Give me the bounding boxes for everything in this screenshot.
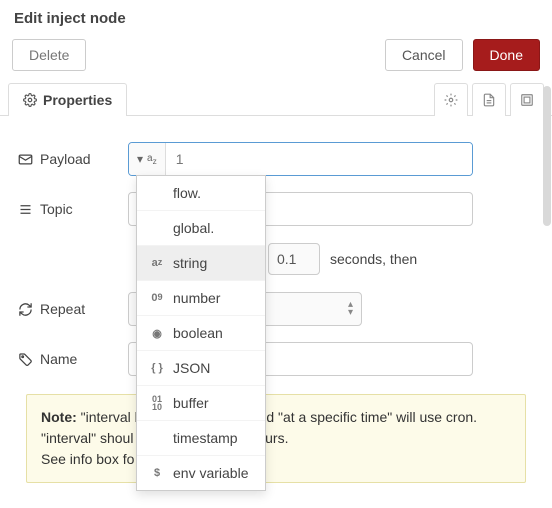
tab-properties[interactable]: Properties [8,83,127,116]
delete-button[interactable]: Delete [12,39,86,71]
type-option-label: timestamp [173,430,238,446]
type-option-string[interactable]: az string [137,246,265,281]
row-payload: Payload ▾ az [18,142,534,176]
vertical-scrollbar[interactable] [543,86,551,226]
label-repeat: Repeat [18,301,128,317]
type-option-label: JSON [173,360,210,376]
note-lead: Note: [41,409,77,425]
cron-note: Note: "interval b d "at a specific time"… [26,394,526,483]
az-icon: az [149,257,165,269]
payload-type-dropdown: flow. global. az string 09 number ◉ bool… [136,175,266,491]
row-repeat: Repeat ▴▾ [18,292,534,326]
gear-icon [23,93,37,107]
type-option-timestamp[interactable]: timestamp [137,421,265,456]
type-option-label: env variable [173,465,249,481]
binary-icon: 0110 [149,395,165,411]
type-option-buffer[interactable]: 0110 buffer [137,386,265,421]
label-name: Name [18,351,128,367]
row-delay: seconds, then [18,242,534,276]
payload-typed-input: ▾ az [128,142,473,176]
document-icon [482,93,496,107]
gear-icon [444,93,458,107]
docs-tool-button[interactable] [472,83,506,116]
form-area: Payload ▾ az Topic secon [0,116,552,493]
label-payload: Payload [18,151,128,167]
type-option-label: buffer [173,395,209,411]
note-text: d "at a specific time" will use cron. [266,409,477,425]
caret-down-icon: ▾ [137,152,143,166]
label-repeat-text: Repeat [40,301,85,317]
delay-seconds-input[interactable] [268,243,320,275]
repeat-icon [18,302,33,317]
payload-value-input[interactable] [166,143,472,175]
type-option-label: global. [173,220,214,236]
cancel-button[interactable]: Cancel [385,39,463,71]
note-text: "interval" shoul [41,430,133,446]
type-option-env[interactable]: $ env variable [137,456,265,490]
tab-properties-label: Properties [43,92,112,108]
select-stepper-icon: ▴▾ [348,301,353,317]
envelope-icon [18,152,33,167]
label-payload-text: Payload [40,151,91,167]
type-option-flow[interactable]: flow. [137,176,265,211]
dialog-title: Edit inject node [0,0,552,35]
layout-icon [520,93,534,107]
braces-icon: { } [149,362,165,374]
type-option-global[interactable]: global. [137,211,265,246]
type-string-icon: az [147,153,157,166]
type-option-label: string [173,255,207,271]
list-icon [18,202,33,217]
tabs: Properties [0,83,552,116]
boolean-icon: ◉ [149,327,165,340]
type-option-label: boolean [173,325,223,341]
settings-tool-button[interactable] [434,83,468,116]
type-option-number[interactable]: 09 number [137,281,265,316]
delay-suffix-text: seconds, then [330,251,417,267]
type-option-json[interactable]: { } JSON [137,351,265,386]
layout-tool-button[interactable] [510,83,544,116]
tag-icon [18,352,33,367]
type-option-label: number [173,290,220,306]
payload-type-trigger[interactable]: ▾ az [129,143,166,175]
label-topic-text: Topic [40,201,73,217]
row-name: Name [18,342,534,376]
action-bar: Delete Cancel Done [0,35,552,83]
done-button[interactable]: Done [473,39,540,71]
09-icon: 09 [149,292,165,304]
dollar-icon: $ [149,467,165,479]
row-topic: Topic [18,192,534,226]
type-option-boolean[interactable]: ◉ boolean [137,316,265,351]
note-text: See info box fo [41,451,134,467]
note-text: "interval b [77,409,143,425]
type-option-label: flow. [173,185,201,201]
label-topic: Topic [18,201,128,217]
label-name-text: Name [40,351,77,367]
